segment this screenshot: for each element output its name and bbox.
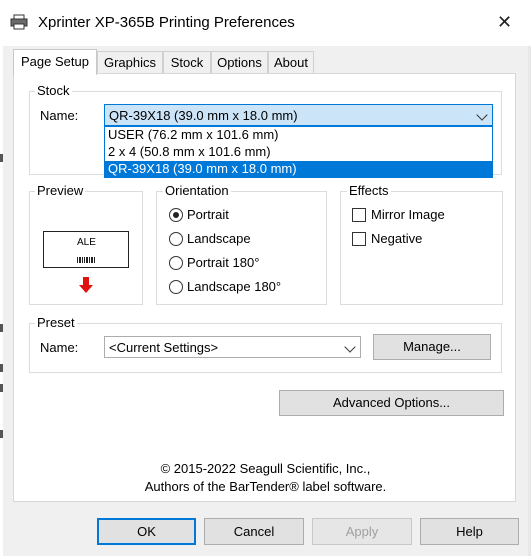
stock-option-user[interactable]: USER (76.2 mm x 101.6 mm): [105, 127, 492, 144]
preset-selected-value: <Current Settings>: [109, 340, 219, 355]
copyright-line-1: © 2015-2022 Seagull Scientific, Inc.,: [160, 461, 371, 476]
tab-about[interactable]: About: [268, 51, 314, 73]
effects-group-label: Effects: [347, 183, 391, 198]
apply-button[interactable]: Apply: [312, 518, 412, 545]
help-button[interactable]: Help: [420, 518, 519, 545]
checkbox-negative-label[interactable]: Negative: [371, 231, 422, 246]
title-bar[interactable]: Xprinter XP-365B Printing Preferences ✕: [0, 0, 531, 46]
radio-landscape[interactable]: [169, 232, 183, 246]
cancel-button[interactable]: Cancel: [204, 518, 304, 545]
radio-selected-dot: [173, 212, 179, 218]
stock-group-label: Stock: [35, 83, 72, 98]
stock-option-qr-39x18[interactable]: QR-39X18 (39.0 mm x 18.0 mm): [105, 161, 492, 178]
chevron-down-icon[interactable]: [476, 109, 488, 121]
stock-dropdown-list[interactable]: USER (76.2 mm x 101.6 mm) 2 x 4 (50.8 mm…: [104, 126, 493, 178]
radio-portrait-180-label[interactable]: Portrait 180°: [187, 255, 259, 270]
radio-landscape-180-label[interactable]: Landscape 180°: [187, 279, 281, 294]
orientation-group-label: Orientation: [163, 183, 231, 198]
arrow-down-icon: [79, 277, 93, 297]
ok-button[interactable]: OK: [97, 518, 196, 545]
radio-landscape-180[interactable]: [169, 280, 183, 294]
window-title: Xprinter XP-365B Printing Preferences: [38, 14, 295, 31]
checkbox-mirror-image-label[interactable]: Mirror Image: [371, 207, 445, 222]
preset-name-select[interactable]: <Current Settings>: [104, 336, 361, 358]
tab-options[interactable]: Options: [211, 51, 268, 73]
copyright-line-2: Authors of the BarTender® label software…: [144, 479, 387, 494]
preset-group-label: Preset: [35, 315, 77, 330]
stock-selected-value: QR-39X18 (39.0 mm x 18.0 mm): [109, 108, 298, 123]
stock-name-label: Name:: [40, 108, 79, 123]
radio-portrait[interactable]: [169, 208, 183, 222]
label-preview-text: ALE: [77, 237, 96, 248]
printer-icon: [10, 14, 28, 30]
chevron-down-icon[interactable]: [344, 341, 356, 353]
radio-landscape-label[interactable]: Landscape: [187, 231, 251, 246]
preview-group-label: Preview: [35, 183, 86, 198]
checkbox-negative[interactable]: [352, 232, 366, 246]
manage-button[interactable]: Manage...: [373, 334, 491, 360]
tab-graphics[interactable]: Graphics: [97, 51, 163, 73]
radio-portrait-label[interactable]: Portrait: [187, 207, 229, 222]
preset-name-label: Name:: [40, 340, 79, 355]
stock-option-2x4[interactable]: 2 x 4 (50.8 mm x 101.6 mm): [105, 144, 492, 161]
checkbox-mirror-image[interactable]: [352, 208, 366, 222]
tab-page-setup[interactable]: Page Setup: [13, 49, 97, 75]
stock-name-select[interactable]: QR-39X18 (39.0 mm x 18.0 mm): [104, 104, 493, 126]
radio-portrait-180[interactable]: [169, 256, 183, 270]
tab-stock[interactable]: Stock: [163, 51, 211, 73]
label-preview: ALE: [43, 231, 129, 268]
close-icon[interactable]: ✕: [497, 12, 512, 33]
barcode-icon: [77, 251, 97, 266]
advanced-options-button[interactable]: Advanced Options...: [279, 390, 504, 416]
